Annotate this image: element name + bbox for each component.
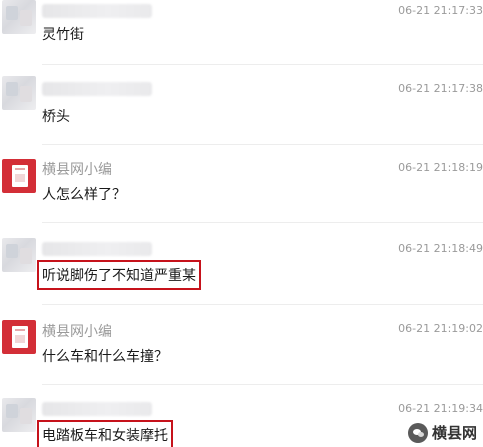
- comment-item: 06-21 21:17:38 桥头: [0, 76, 483, 126]
- comment-timestamp: 06-21 21:18:49: [398, 242, 483, 255]
- editor-avatar[interactable]: [2, 159, 36, 193]
- comment-text: 什么车和什么车撞？: [42, 349, 168, 365]
- comment-author: 横县网小编: [42, 162, 112, 178]
- user-avatar[interactable]: [2, 238, 36, 272]
- avatar-card-graphic: [12, 165, 28, 187]
- divider: [42, 384, 483, 385]
- blurred-username: [42, 402, 152, 416]
- editor-avatar[interactable]: [2, 320, 36, 354]
- comment-timestamp: 06-21 21:18:19: [398, 161, 483, 174]
- comment-text-highlighted: 听说脚伤了不知道严重某: [37, 260, 201, 290]
- comment-text: 人怎么样了？: [42, 187, 126, 203]
- comment-item: 横县网小编 06-21 21:19:02 什么车和什么车撞？: [0, 316, 483, 371]
- blurred-username: [42, 4, 152, 18]
- watermark-text: 横县网: [431, 424, 477, 442]
- comment-text-highlighted: 电踏板车和女装摩托: [37, 420, 173, 447]
- comment-text: 灵竹街: [42, 27, 84, 43]
- watermark: 横县网: [407, 422, 477, 443]
- blurred-username: [42, 242, 152, 256]
- comment-author: 横县网小编: [42, 324, 112, 340]
- divider: [42, 144, 483, 145]
- comment-timestamp: 06-21 21:19:34: [398, 402, 483, 415]
- user-avatar[interactable]: [2, 0, 36, 34]
- user-avatar[interactable]: [2, 76, 36, 110]
- comment-item: 横县网小编 06-21 21:18:19 人怎么样了？: [0, 155, 483, 205]
- comment-text: 桥头: [42, 109, 70, 125]
- comment-timestamp: 06-21 21:17:33: [398, 4, 483, 17]
- wechat-icon: [407, 422, 428, 443]
- blurred-username: [42, 82, 152, 96]
- comment-item: 06-21 21:18:49 听说脚伤了不知道严重某: [0, 236, 483, 296]
- divider: [42, 304, 483, 305]
- user-avatar[interactable]: [2, 398, 36, 432]
- comment-item: 06-21 21:17:33 灵竹街: [0, 0, 483, 62]
- comment-timestamp: 06-21 21:19:02: [398, 322, 483, 335]
- divider: [42, 222, 483, 223]
- avatar-card-graphic: [12, 326, 28, 348]
- divider: [42, 64, 483, 65]
- comment-timestamp: 06-21 21:17:38: [398, 82, 483, 95]
